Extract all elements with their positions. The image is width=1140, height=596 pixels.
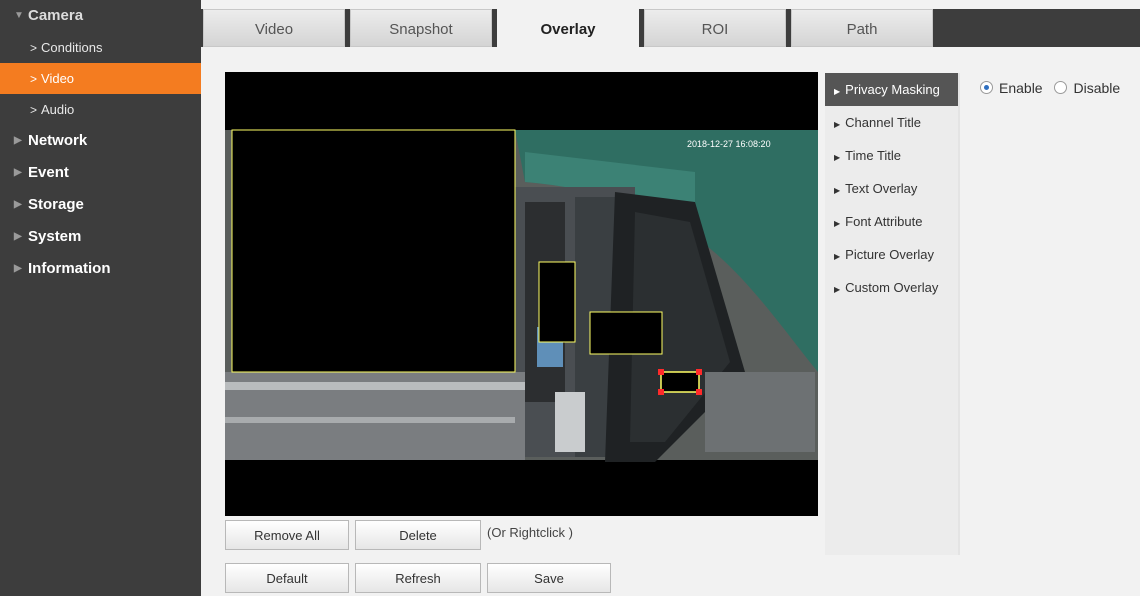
menu-picture-overlay-label: Picture Overlay (845, 247, 935, 262)
nav-audio[interactable]: > Audio (0, 94, 201, 125)
tab-snapshot[interactable]: Snapshot (350, 9, 492, 47)
menu-text-overlay[interactable]: ▶ Text Overlay (825, 172, 958, 205)
delete-button[interactable]: Delete (355, 520, 481, 550)
triangle-right-icon: ▶ (834, 87, 841, 96)
nav-system-label: System (28, 228, 82, 245)
nav-conditions-label: Conditions (41, 40, 103, 55)
triangle-right-icon: ▶ (14, 263, 22, 274)
save-button[interactable]: Save (487, 563, 611, 593)
nav-camera-label: Camera (28, 7, 84, 24)
nav-event-label: Event (28, 164, 69, 181)
radio-checked-icon (980, 81, 993, 94)
tab-path[interactable]: Path (791, 9, 933, 47)
chevron-right-icon: > (30, 41, 38, 55)
resize-handle[interactable] (696, 389, 702, 395)
menu-privacy-masking-label: Privacy Masking (845, 82, 940, 97)
nav-network[interactable]: ▶ Network (0, 125, 201, 157)
triangle-right-icon: ▶ (834, 252, 841, 261)
resize-handle[interactable] (658, 389, 664, 395)
nav-video[interactable]: > Video (0, 63, 201, 94)
disable-radio[interactable]: Disable (1054, 80, 1120, 96)
nav-system[interactable]: ▶ System (0, 221, 201, 253)
refresh-button[interactable]: Refresh (355, 563, 481, 593)
triangle-right-icon: ▶ (834, 153, 841, 162)
triangle-right-icon: ▶ (14, 231, 22, 242)
nav-network-label: Network (28, 132, 88, 149)
nav-video-label: Video (41, 71, 75, 86)
triangle-down-icon: ▼ (14, 10, 24, 21)
radio-unchecked-icon (1054, 81, 1068, 94)
menu-privacy-masking[interactable]: ▶ Privacy Masking (825, 73, 958, 106)
nav-information-label: Information (28, 260, 111, 277)
resize-handle[interactable] (696, 369, 702, 375)
triangle-right-icon: ▶ (834, 285, 841, 294)
resize-handle[interactable] (658, 369, 664, 375)
camera-scene: 2018-12-27 16:08:20 (225, 129, 818, 462)
remove-all-button[interactable]: Remove All (225, 520, 349, 550)
privacy-mask-selected[interactable] (660, 371, 700, 393)
menu-font-attribute-label: Font Attribute (845, 214, 923, 229)
menu-text-overlay-label: Text Overlay (845, 181, 918, 196)
enable-label: Enable (999, 80, 1043, 96)
privacy-mask-1[interactable] (231, 129, 516, 373)
privacy-toggle: Enable Disable (980, 80, 1128, 96)
nav-storage[interactable]: ▶ Storage (0, 189, 201, 221)
menu-channel-title-label: Channel Title (845, 115, 922, 130)
triangle-right-icon: ▶ (14, 199, 22, 210)
rightclick-hint: (Or Rightclick ) (487, 525, 573, 540)
sidebar: ▼ Camera > Conditions > Video > Audio ▶ Netwo… (0, 0, 201, 596)
nav-storage-label: Storage (28, 196, 84, 213)
triangle-right-icon: ▶ (834, 219, 841, 228)
chevron-right-icon: > (30, 72, 38, 86)
nav-information[interactable]: ▶ Information (0, 253, 201, 285)
menu-channel-title[interactable]: ▶ Channel Title (825, 106, 958, 139)
tab-video[interactable]: Video (203, 9, 345, 47)
menu-custom-overlay-label: Custom Overlay (845, 280, 939, 295)
menu-font-attribute[interactable]: ▶ Font Attribute (825, 205, 958, 238)
privacy-mask-2[interactable] (538, 261, 576, 343)
chevron-right-icon: > (30, 103, 38, 117)
nav-camera[interactable]: ▼ Camera (0, 0, 201, 32)
triangle-right-icon: ▶ (834, 120, 841, 129)
default-button[interactable]: Default (225, 563, 349, 593)
nav-audio-label: Audio (41, 102, 75, 117)
video-preview[interactable]: 2018-12-27 16:08:20 (225, 72, 818, 516)
enable-radio[interactable]: Enable (980, 80, 1043, 96)
overlay-menu: ▶ Privacy Masking ▶ Channel Title ▶ Time Ti… (825, 73, 960, 555)
triangle-right-icon: ▶ (14, 135, 22, 146)
menu-time-title-label: Time Title (845, 148, 902, 163)
privacy-mask-3[interactable] (589, 311, 663, 355)
disable-label: Disable (1073, 80, 1121, 96)
tab-roi[interactable]: ROI (644, 9, 786, 47)
video-timestamp: 2018-12-27 16:08:20 (687, 139, 771, 149)
menu-custom-overlay[interactable]: ▶ Custom Overlay (825, 271, 958, 304)
nav-event[interactable]: ▶ Event (0, 157, 201, 189)
tab-overlay[interactable]: Overlay (497, 9, 639, 47)
nav-conditions[interactable]: > Conditions (0, 32, 201, 63)
menu-time-title[interactable]: ▶ Time Title (825, 139, 958, 172)
menu-picture-overlay[interactable]: ▶ Picture Overlay (825, 238, 958, 271)
triangle-right-icon: ▶ (834, 186, 841, 195)
triangle-right-icon: ▶ (14, 167, 22, 178)
